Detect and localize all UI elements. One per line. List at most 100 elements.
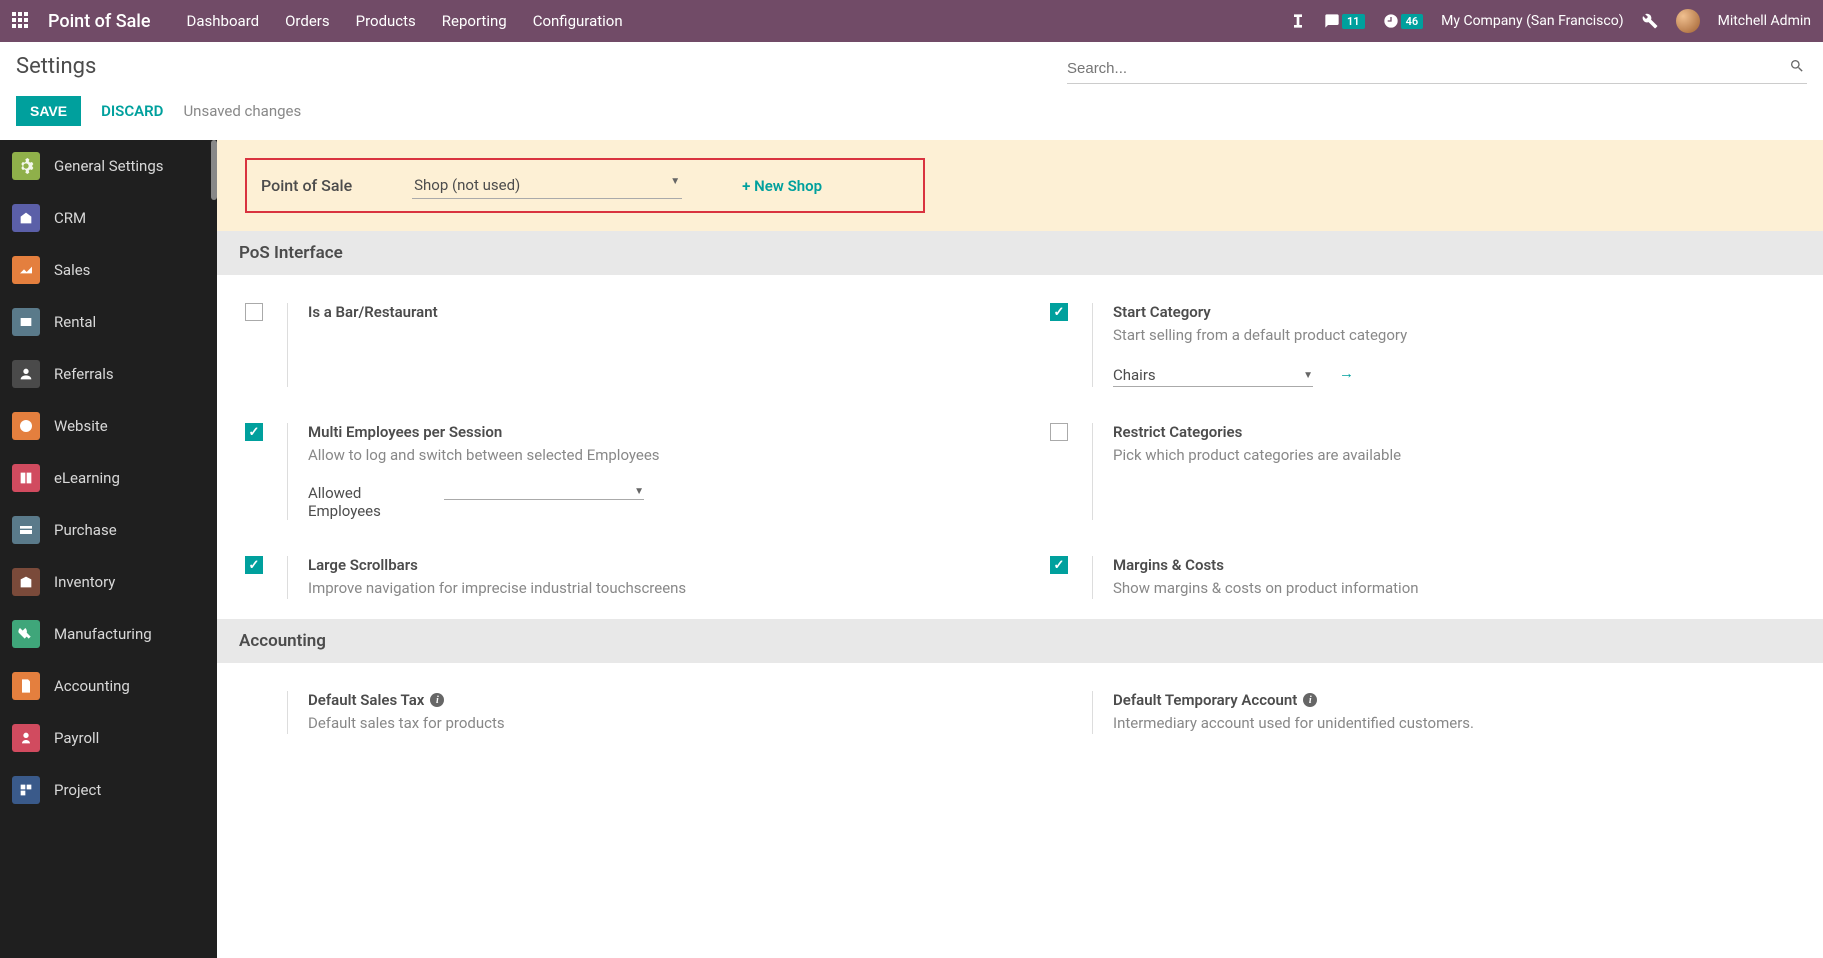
- setting-desc: Show margins & costs on product informat…: [1113, 578, 1795, 599]
- sidebar-item-label: Sales: [54, 261, 90, 279]
- sidebar-item-label: Project: [54, 781, 101, 799]
- info-icon[interactable]: i: [430, 693, 444, 707]
- sidebar-item-sales[interactable]: Sales: [0, 244, 217, 296]
- setting-title: Restrict Categories: [1113, 423, 1795, 441]
- info-icon[interactable]: i: [1303, 693, 1317, 707]
- phone-icon[interactable]: [1290, 13, 1306, 29]
- nav-dashboard[interactable]: Dashboard: [187, 12, 260, 30]
- setting-title: Large Scrollbars: [308, 556, 990, 574]
- setting-bar-restaurant: Is a Bar/Restaurant: [245, 303, 990, 387]
- pos-header-band: Point of Sale Shop (not used)▼ + New Sho…: [217, 140, 1823, 231]
- settings-main: Point of Sale Shop (not used)▼ + New Sho…: [217, 140, 1823, 958]
- sidebar-item-label: Manufacturing: [54, 625, 152, 643]
- allowed-employees-select[interactable]: ▼: [444, 484, 644, 500]
- setting-desc: Default sales tax for products: [308, 713, 990, 734]
- navbar: Point of Sale Dashboard Orders Products …: [0, 0, 1823, 42]
- sidebar-item-website[interactable]: Website: [0, 400, 217, 452]
- sidebar-item-label: Payroll: [54, 729, 99, 747]
- section-interface: PoS Interface: [217, 231, 1823, 275]
- gear-icon: [12, 152, 40, 180]
- checkbox-bar[interactable]: [245, 303, 263, 321]
- allowed-employees-label: Allowed Employees: [308, 484, 428, 520]
- unsaved-status: Unsaved changes: [183, 102, 301, 120]
- box-icon: [12, 568, 40, 596]
- wrench-icon: [12, 620, 40, 648]
- sidebar-item-crm[interactable]: CRM: [0, 192, 217, 244]
- messages-icon[interactable]: 11: [1324, 13, 1365, 29]
- new-shop-button[interactable]: + New Shop: [742, 177, 822, 195]
- doc-icon: [12, 672, 40, 700]
- sidebar-item-label: Rental: [54, 313, 96, 331]
- user-name[interactable]: Mitchell Admin: [1718, 13, 1811, 29]
- sidebar-item-project[interactable]: Project: [0, 764, 217, 816]
- company-switcher[interactable]: My Company (San Francisco): [1441, 13, 1623, 29]
- setting-desc: Allow to log and switch between selected…: [308, 445, 990, 466]
- book-icon: [12, 464, 40, 492]
- checkbox-restrict[interactable]: [1050, 423, 1068, 441]
- nav-orders[interactable]: Orders: [285, 12, 330, 30]
- setting-title: Start Category: [1113, 303, 1795, 321]
- puzzle-icon: [12, 776, 40, 804]
- sidebar-item-general[interactable]: General Settings: [0, 140, 217, 192]
- setting-title: Multi Employees per Session: [308, 423, 990, 441]
- activities-badge: 46: [1401, 14, 1424, 29]
- shop-select[interactable]: Shop (not used)▼: [412, 172, 682, 199]
- setting-desc: Pick which product categories are availa…: [1113, 445, 1795, 466]
- sidebar-item-label: General Settings: [54, 157, 164, 175]
- sidebar-item-referrals[interactable]: Referrals: [0, 348, 217, 400]
- apps-icon[interactable]: [12, 12, 30, 30]
- sidebar-item-label: eLearning: [54, 469, 120, 487]
- person-icon: [12, 360, 40, 388]
- sidebar-item-label: CRM: [54, 209, 86, 227]
- checkbox-margins[interactable]: [1050, 556, 1068, 574]
- nav-configuration[interactable]: Configuration: [533, 12, 623, 30]
- sidebar-item-label: Accounting: [54, 677, 130, 695]
- chevron-down-icon: ▼: [634, 486, 644, 497]
- start-category-select[interactable]: Chairs▼: [1113, 364, 1313, 387]
- page-header: Settings: [0, 42, 1823, 88]
- setting-title: Default Temporary Accounti: [1113, 691, 1795, 709]
- setting-title: Is a Bar/Restaurant: [308, 303, 990, 321]
- setting-large-scrollbars: Large Scrollbars Improve navigation for …: [245, 556, 990, 599]
- sidebar-item-label: Purchase: [54, 521, 117, 539]
- user-avatar[interactable]: [1676, 9, 1700, 33]
- payroll-icon: [12, 724, 40, 752]
- checkbox-scrollbars[interactable]: [245, 556, 263, 574]
- search-icon[interactable]: [1789, 58, 1805, 78]
- messages-badge: 11: [1342, 14, 1365, 29]
- chevron-down-icon: ▼: [670, 176, 680, 187]
- sidebar-item-manufacturing[interactable]: Manufacturing: [0, 608, 217, 660]
- sidebar-item-label: Website: [54, 417, 108, 435]
- chevron-down-icon: ▼: [1303, 370, 1313, 381]
- activities-icon[interactable]: 46: [1383, 13, 1424, 29]
- save-button[interactable]: SAVE: [16, 96, 81, 126]
- sidebar-item-purchase[interactable]: Purchase: [0, 504, 217, 556]
- settings-sidebar: General Settings CRM Sales Rental Referr…: [0, 140, 217, 958]
- sidebar-item-accounting[interactable]: Accounting: [0, 660, 217, 712]
- card-icon: [12, 516, 40, 544]
- setting-default-sales-tax: Default Sales Taxi Default sales tax for…: [245, 691, 990, 734]
- discard-button[interactable]: DISCARD: [101, 102, 163, 120]
- sidebar-item-inventory[interactable]: Inventory: [0, 556, 217, 608]
- nav-products[interactable]: Products: [356, 12, 416, 30]
- sidebar-item-elearning[interactable]: eLearning: [0, 452, 217, 504]
- nav-reporting[interactable]: Reporting: [442, 12, 507, 30]
- setting-margins-costs: Margins & Costs Show margins & costs on …: [1050, 556, 1795, 599]
- page-title: Settings: [16, 54, 96, 79]
- search-input[interactable]: [1067, 54, 1807, 84]
- sidebar-item-payroll[interactable]: Payroll: [0, 712, 217, 764]
- action-bar: SAVE DISCARD Unsaved changes: [0, 88, 1823, 140]
- sidebar-item-rental[interactable]: Rental: [0, 296, 217, 348]
- debug-icon[interactable]: [1642, 13, 1658, 29]
- setting-title: Default Sales Taxi: [308, 691, 990, 709]
- chart-icon: [12, 256, 40, 284]
- globe-icon: [12, 412, 40, 440]
- app-title[interactable]: Point of Sale: [48, 11, 151, 32]
- setting-multi-employees: Multi Employees per Session Allow to log…: [245, 423, 990, 520]
- setting-desc: Intermediary account used for unidentifi…: [1113, 713, 1795, 734]
- nav-menu: Dashboard Orders Products Reporting Conf…: [187, 12, 623, 30]
- checkbox-multi-emp[interactable]: [245, 423, 263, 441]
- arrow-link-icon[interactable]: →: [1339, 364, 1354, 382]
- key-icon: [12, 308, 40, 336]
- checkbox-start-category[interactable]: [1050, 303, 1068, 321]
